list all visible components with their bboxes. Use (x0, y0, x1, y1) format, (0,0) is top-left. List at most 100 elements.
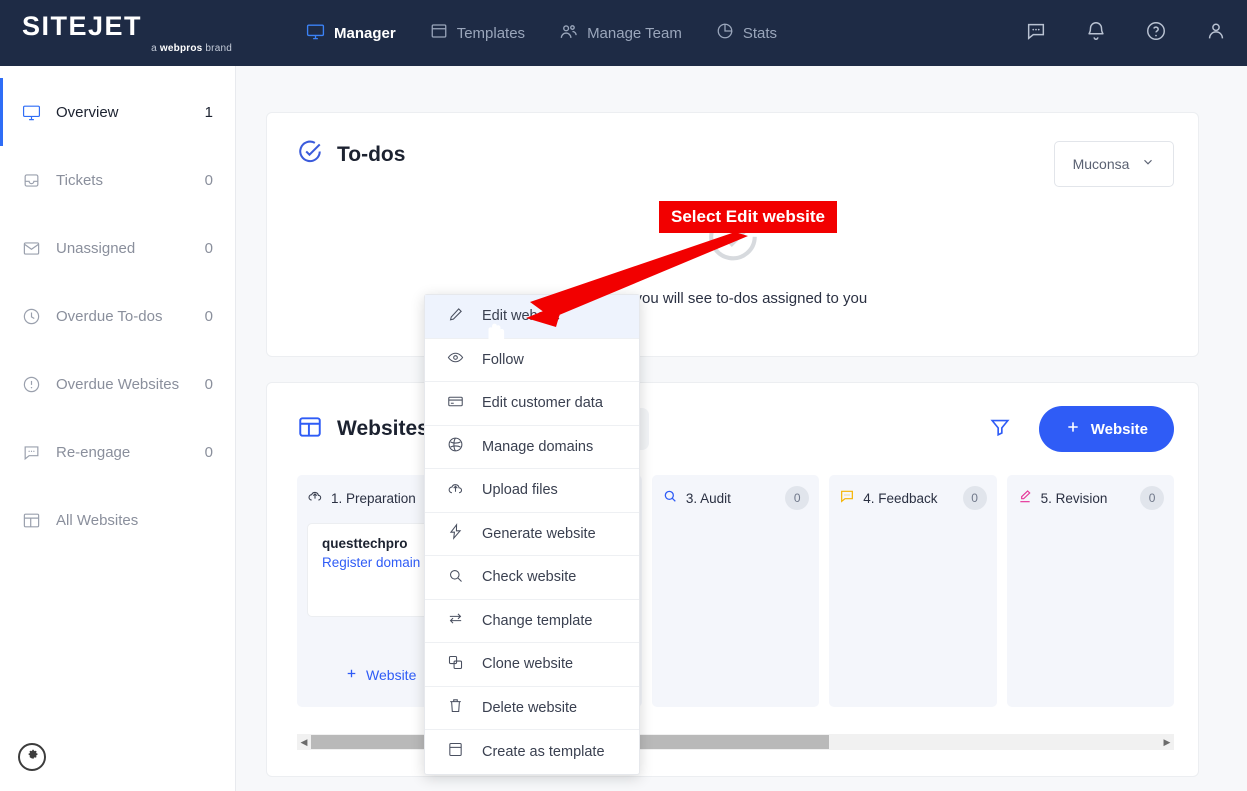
context-menu-item-manage-domains[interactable]: Manage domains (425, 426, 639, 470)
bell-icon[interactable] (1085, 20, 1107, 47)
settings-button[interactable] (18, 743, 46, 771)
pen-underline-icon (1017, 488, 1033, 509)
client-dropdown[interactable]: Muconsa (1054, 141, 1174, 187)
sidebar-label-unassigned: Unassigned (56, 240, 205, 257)
user-icon[interactable] (1205, 20, 1227, 47)
nav-label-manager: Manager (334, 25, 396, 42)
kanban-column-header: 4. Feedback 0 (839, 485, 986, 511)
kanban-column-title: 4. Feedback (863, 491, 954, 506)
context-menu-label: Edit website (482, 308, 560, 324)
sidebar-count-tickets: 0 (205, 172, 235, 189)
chat-icon[interactable] (1025, 20, 1047, 47)
pencil-icon (447, 306, 464, 327)
sidebar-item-tickets[interactable]: Tickets 0 (0, 146, 235, 214)
mail-icon (22, 239, 56, 258)
layout-icon (22, 511, 56, 530)
context-menu-item-create-as-template[interactable]: Create as template (425, 730, 639, 774)
layout-icon (297, 414, 323, 445)
clock-icon (22, 307, 56, 326)
kanban-column-count: 0 (963, 486, 987, 510)
kanban-board: 1. Preparation questtechpro Register dom… (267, 475, 1198, 707)
sidebar-count-overview: 1 (205, 104, 235, 121)
context-menu-label: Generate website (482, 526, 596, 542)
sidebar-count-overdue-websites: 0 (205, 376, 235, 393)
nav-label-manage-team: Manage Team (587, 25, 682, 42)
website-context-menu: Edit website Follow Edit customer data M… (424, 294, 640, 775)
scroll-left-arrow[interactable]: ◀ (297, 737, 311, 748)
kanban-column-count: 0 (785, 486, 809, 510)
client-dropdown-value: Muconsa (1073, 156, 1130, 172)
swap-icon (447, 610, 464, 631)
context-menu-item-check-website[interactable]: Check website (425, 556, 639, 600)
monitor-icon (22, 103, 56, 122)
sidebar-label-tickets: Tickets (56, 172, 205, 189)
trash-icon (447, 697, 464, 718)
card-icon (447, 393, 464, 414)
sidebar-item-unassigned[interactable]: Unassigned 0 (0, 214, 235, 282)
websites-title: Websites (337, 417, 429, 441)
sidebar-label-re-engage: Re-engage (56, 444, 205, 461)
sidebar-item-overview[interactable]: Overview 1 (0, 78, 235, 146)
cloud-upload-icon (307, 488, 323, 509)
add-website-button[interactable]: Website (1039, 406, 1174, 452)
top-navigation-bar: SITEJET a webpros brand Manager Template… (0, 0, 1247, 66)
app-window: SITEJET a webpros brand Manager Template… (0, 0, 1247, 791)
alert-circle-icon (22, 375, 56, 394)
pie-chart-icon (716, 22, 734, 44)
nav-item-templates[interactable]: Templates (430, 22, 525, 44)
filter-icon[interactable] (989, 416, 1011, 443)
nav-label-stats: Stats (743, 25, 777, 42)
kanban-column-header: 3. Audit 0 (662, 485, 809, 511)
context-menu-item-edit-customer-data[interactable]: Edit customer data (425, 382, 639, 426)
context-menu-label: Clone website (482, 656, 573, 672)
context-menu-item-upload-files[interactable]: Upload files (425, 469, 639, 513)
add-website-label: Website (1091, 421, 1148, 438)
plus-icon (345, 667, 358, 683)
context-menu-label: Delete website (482, 700, 577, 716)
todos-card: To-dos Muconsa Here you will see to-dos … (266, 112, 1199, 357)
context-menu-item-edit-website[interactable]: Edit website (425, 295, 639, 339)
scroll-right-arrow[interactable]: ▶ (1160, 737, 1174, 748)
nav-label-templates: Templates (457, 25, 525, 42)
kanban-column-header: 5. Revision 0 (1017, 485, 1164, 511)
context-menu-item-generate-website[interactable]: Generate website (425, 513, 639, 557)
context-menu-item-clone-website[interactable]: Clone website (425, 643, 639, 687)
template-icon (447, 741, 464, 762)
brand-logo[interactable]: SITEJET a webpros brand (0, 13, 236, 54)
nav-item-manager[interactable]: Manager (306, 22, 396, 45)
websites-card-header: Websites Website (267, 383, 1198, 475)
help-icon[interactable] (1145, 20, 1167, 47)
todos-title: To-dos (337, 143, 405, 167)
website-card-title: questtechpro (322, 536, 439, 551)
chat-square-icon (839, 488, 855, 509)
sidebar-item-overdue-websites[interactable]: Overdue Websites 0 (0, 350, 235, 418)
todos-card-header: To-dos (297, 139, 1168, 170)
check-circle-icon (297, 139, 323, 170)
context-menu-label: Upload files (482, 482, 558, 498)
sidebar-label-overdue-websites: Overdue Websites (56, 376, 205, 393)
context-menu-label: Create as template (482, 744, 605, 760)
context-menu-item-follow[interactable]: Follow (425, 339, 639, 383)
websites-card: Websites Website (266, 382, 1199, 777)
brand-tagline: a webpros brand (22, 43, 236, 54)
kanban-column-title: 3. Audit (686, 491, 777, 506)
inbox-icon (22, 171, 56, 190)
website-card-link[interactable]: Register domain (322, 555, 439, 570)
kanban-column-feedback: 4. Feedback 0 (829, 475, 996, 707)
cloud-upload-icon (447, 480, 464, 501)
sidebar-item-all-websites[interactable]: All Websites (0, 486, 235, 554)
gear-icon (25, 747, 40, 767)
context-menu-item-delete-website[interactable]: Delete website (425, 687, 639, 731)
kanban-column-revision: 5. Revision 0 (1007, 475, 1174, 707)
chevron-down-icon (1141, 155, 1155, 174)
annotation-banner: Select Edit website (659, 201, 837, 233)
context-menu-item-change-template[interactable]: Change template (425, 600, 639, 644)
nav-item-stats[interactable]: Stats (716, 22, 777, 44)
context-menu-label: Manage domains (482, 439, 593, 455)
kanban-column-count: 0 (1140, 486, 1164, 510)
nav-item-manage-team[interactable]: Manage Team (559, 22, 682, 45)
sidebar-item-overdue-todos[interactable]: Overdue To-dos 0 (0, 282, 235, 350)
template-icon (430, 22, 448, 44)
context-menu-label: Check website (482, 569, 576, 585)
sidebar-item-re-engage[interactable]: Re-engage 0 (0, 418, 235, 486)
